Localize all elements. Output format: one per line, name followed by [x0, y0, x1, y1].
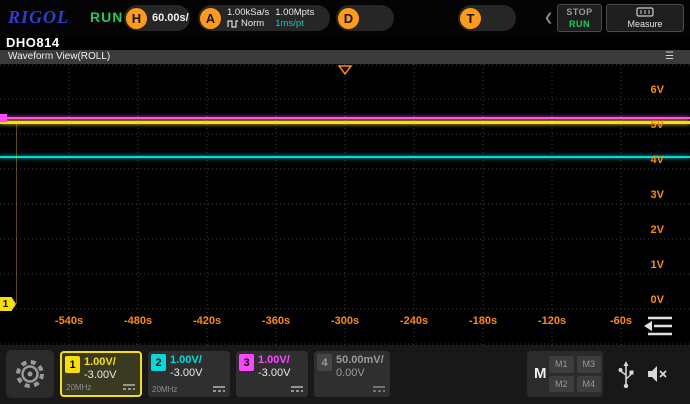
x-axis-label: -480s: [123, 315, 153, 327]
channel-3-scale: 1.00V/: [258, 354, 290, 366]
math-button-m1[interactable]: M1: [549, 356, 574, 373]
memory-depth: 1.00Mpts: [275, 7, 315, 18]
math-button-grid: M1 M3 M2 M4: [549, 356, 601, 392]
y-axis-label: 3V: [650, 189, 664, 201]
acquisition-column-2: 1.00Mpts 1ms/pt: [275, 7, 314, 29]
channel-3-block[interactable]: 3 1.00V/ -3.00V: [236, 351, 308, 397]
decode-settings-pill[interactable]: D: [336, 5, 394, 31]
channel-3-badge: 3: [239, 354, 254, 371]
y-axis-label: 2V: [650, 224, 664, 236]
y-axis-label: 1V: [650, 259, 664, 271]
x-axis-label: -300s: [330, 315, 360, 327]
sample-rate: 1.00kSa/s: [227, 7, 270, 18]
run-label: RUN: [569, 19, 590, 29]
gear-icon: [16, 360, 44, 388]
channel-1-badge: 1: [65, 356, 80, 373]
square-wave-icon: [227, 20, 238, 28]
ch1-marker-label: 1: [2, 298, 9, 310]
x-axis-label: -180s: [468, 315, 498, 327]
ch2-trace: [0, 156, 690, 158]
channel-2-offset: -3.00V: [170, 367, 203, 379]
view-title: Waveform View(ROLL): [8, 51, 111, 62]
acquisition-status: RUN: [90, 9, 124, 25]
bottom-channel-bar: 1 1.00V/ -3.00V 20MHz 2 1.00V/ -3.00V 20…: [0, 345, 690, 404]
ch3-trace: [0, 117, 690, 119]
rigol-logo: RIGOL: [8, 7, 70, 27]
ch1-trace: [0, 121, 690, 124]
h-knob[interactable]: H: [126, 7, 147, 29]
graticule: [0, 64, 690, 345]
channel-2-block[interactable]: 2 1.00V/ -3.00V 20MHz: [148, 351, 230, 397]
x-axis-label: -540s: [54, 315, 84, 327]
y-axis-label: 0V: [650, 294, 664, 306]
channel-2-bandwidth: 20MHz: [152, 385, 178, 394]
chevron-left-icon[interactable]: ❮: [544, 11, 553, 24]
math-panel[interactable]: M M1 M3 M2 M4: [527, 351, 603, 397]
trigger-settings-pill[interactable]: T: [458, 5, 516, 31]
dc-coupling-icon: [373, 386, 385, 392]
sample-interval: 1ms/pt: [275, 18, 304, 29]
channel-2-scale: 1.00V/: [170, 354, 202, 366]
acq-mode-row: Norm: [227, 18, 269, 29]
acquisition-settings-pill[interactable]: A 1.00kSa/s Norm 1.00Mpts 1ms/pt: [198, 5, 330, 31]
math-button-m4[interactable]: M4: [576, 375, 601, 392]
timebase-value: 60.00s/: [152, 12, 189, 24]
acquisition-column-1: 1.00kSa/s Norm: [227, 7, 269, 29]
menu-icon[interactable]: ☰: [665, 50, 674, 64]
measure-button[interactable]: Measure: [606, 4, 684, 32]
model-name: DHO814: [6, 35, 60, 50]
oscilloscope-screen: RIGOL RUN H 60.00s/ A 1.00kSa/s Norm 1.0…: [0, 0, 690, 404]
channel-1-offset: -3.00V: [84, 369, 117, 381]
x-axis-label: -240s: [399, 315, 429, 327]
dc-coupling-icon: [213, 386, 225, 392]
y-axis-label: 6V: [650, 84, 664, 96]
horizontal-settings-pill[interactable]: H 60.00s/: [124, 5, 190, 31]
channel-2-badge: 2: [151, 354, 166, 371]
waveform-display: 1 6V 5V 4V 3V 2V 1V 0V -540s -480s -420s…: [0, 64, 690, 345]
x-axis-label: -60s: [609, 315, 633, 327]
y-axis-label: 5V: [650, 119, 664, 131]
channel-4-badge: 4: [317, 354, 332, 371]
x-axis-label: -120s: [537, 315, 567, 327]
channel-1-block[interactable]: 1 1.00V/ -3.00V 20MHz: [60, 351, 142, 397]
channel-4-block[interactable]: 4 50.00mV/ 0.00V: [314, 351, 390, 397]
channel-3-offset: -3.00V: [258, 367, 291, 379]
math-button-m2[interactable]: M2: [549, 375, 574, 392]
ch3-position-marker[interactable]: [0, 114, 7, 122]
channel-1-bandwidth: 20MHz: [66, 383, 92, 392]
x-axis-label: -360s: [261, 315, 291, 327]
t-knob[interactable]: T: [460, 7, 481, 29]
ch1-reference-line: [16, 122, 17, 304]
menu-collapse-icon[interactable]: [640, 312, 678, 340]
usb-icon: [618, 361, 634, 389]
a-knob[interactable]: A: [200, 7, 221, 29]
trigger-position-marker[interactable]: [338, 65, 352, 75]
settings-gear-button[interactable]: [6, 350, 54, 398]
channel-4-offset: 0.00V: [336, 367, 365, 379]
measure-label: Measure: [627, 18, 663, 29]
x-axis-label: -420s: [192, 315, 222, 327]
measure-icon: [636, 6, 654, 17]
top-status-bar: RIGOL RUN H 60.00s/ A 1.00kSa/s Norm 1.0…: [0, 0, 690, 36]
y-axis-label: 4V: [650, 154, 664, 166]
dc-coupling-icon: [123, 384, 135, 390]
channel-4-scale: 50.00mV/: [336, 354, 384, 366]
view-title-bar: Waveform View(ROLL) ☰: [0, 50, 690, 64]
dc-coupling-icon: [291, 386, 303, 392]
math-button-m3[interactable]: M3: [576, 356, 601, 373]
math-label: M: [534, 365, 547, 382]
channel-1-scale: 1.00V/: [84, 356, 116, 368]
d-knob[interactable]: D: [338, 7, 359, 29]
stop-label: STOP: [566, 7, 593, 17]
stop-run-button[interactable]: STOP RUN: [557, 4, 602, 32]
acq-mode: Norm: [241, 18, 265, 29]
speaker-mute-icon[interactable]: [646, 363, 670, 385]
